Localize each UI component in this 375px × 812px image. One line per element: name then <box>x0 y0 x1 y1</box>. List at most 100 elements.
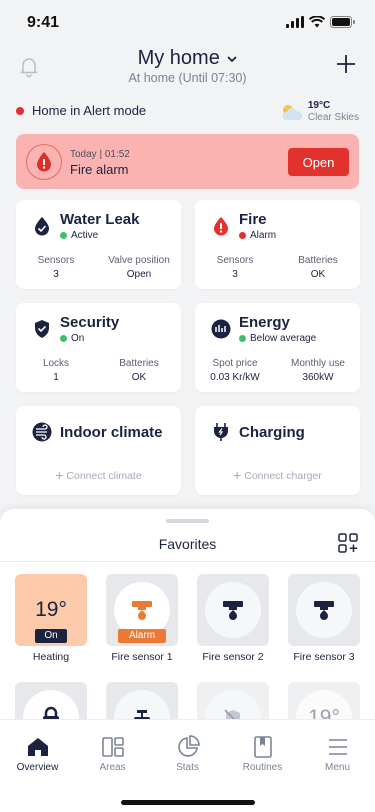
tab-menu[interactable]: Menu <box>300 720 375 780</box>
alert-dot <box>16 106 24 115</box>
connect-label: Connect charger <box>244 470 322 482</box>
add-favorite-icon[interactable] <box>338 533 358 553</box>
status-dot <box>239 335 246 342</box>
energy-icon <box>211 319 231 339</box>
stat-locks: Locks 1 <box>26 358 86 383</box>
tile-label: Fire sensor 2 <box>202 651 264 663</box>
fire-alert-title: Fire alarm <box>70 162 129 177</box>
partly-cloudy-icon <box>282 105 303 120</box>
wifi-icon <box>309 16 325 28</box>
fire-sensor-icon <box>314 601 334 620</box>
stat-monthly-use: Monthly use 360kW <box>283 358 353 383</box>
card-title: Indoor climate <box>60 424 163 441</box>
stat-label: Batteries <box>298 255 338 266</box>
stat-spot-price: Spot price 0.03 Kr/kW <box>201 358 269 383</box>
climate-icon <box>32 422 52 442</box>
stat-label: Sensors <box>216 255 254 266</box>
status-text: Below average <box>250 333 317 344</box>
tab-label: Overview <box>16 762 59 773</box>
alarm-badge: Alarm <box>118 629 166 643</box>
stat-value: 360kW <box>302 372 334 383</box>
fire-drop-icon <box>37 152 51 172</box>
card-title: Energy <box>239 314 290 331</box>
stat-label: Valve position <box>108 255 170 266</box>
tile-label: Fire sensor 1 <box>111 651 173 663</box>
tab-label: Areas <box>99 762 126 773</box>
connect-charger-link[interactable]: + Connect charger <box>195 467 360 483</box>
stat-batteries: Batteries OK <box>108 358 170 383</box>
energy-card[interactable]: Energy Below average Spot price 0.03 Kr/k… <box>195 303 360 392</box>
sheet-drag-handle[interactable] <box>166 519 209 523</box>
status-dot <box>60 335 67 342</box>
status-dot <box>60 232 67 239</box>
stat-label: Sensors <box>37 255 75 266</box>
card-status: Active <box>60 230 98 241</box>
status-time: 9:41 <box>27 14 60 31</box>
tab-bar: Overview Areas Stats Routines Menu <box>0 719 375 812</box>
card-title: Fire <box>239 211 267 228</box>
stat-value: OK <box>310 269 326 280</box>
plus-icon: + <box>55 467 64 483</box>
stat-label: Batteries <box>119 358 159 369</box>
status-bar: 9:41 <box>0 0 375 46</box>
tab-stats[interactable]: Stats <box>150 720 225 780</box>
status-text: Alarm <box>250 230 277 241</box>
home-indicator[interactable] <box>121 800 255 805</box>
pie-chart-icon <box>178 735 200 757</box>
open-alert-button[interactable]: Open <box>288 148 349 176</box>
stat-label: Monthly use <box>291 358 345 369</box>
tile-inner <box>296 582 352 638</box>
tile-inner <box>205 582 261 638</box>
areas-icon <box>102 737 124 757</box>
home-selector[interactable]: My home <box>0 47 375 70</box>
indoor-climate-card[interactable]: Indoor climate + Connect climate <box>16 406 181 495</box>
charging-card[interactable]: Charging + Connect charger <box>195 406 360 495</box>
stat-batteries: Batteries OK <box>287 255 349 280</box>
fire-card[interactable]: Fire Alarm Sensors 3 Batteries OK <box>195 200 360 289</box>
status-text: On <box>71 333 85 344</box>
signal-icon <box>286 16 304 28</box>
heating-tile[interactable]: 19° On <box>15 574 87 646</box>
stat-value: 0.03 Kr/kW <box>210 372 260 383</box>
fire-alert-date: Today | 01:52 <box>70 149 130 160</box>
fire-sensor-icon <box>132 601 152 620</box>
heating-temp: 19° <box>35 598 67 621</box>
weather-temp: 19°C <box>307 100 331 111</box>
divider <box>0 561 375 562</box>
chevron-down-icon <box>227 56 238 62</box>
favorites-title: Favorites <box>158 536 217 552</box>
stat-valve-position: Valve position Open <box>100 255 178 280</box>
connect-climate-link[interactable]: + Connect climate <box>16 467 181 483</box>
card-status: Alarm <box>239 230 276 241</box>
connect-label: Connect climate <box>66 470 142 482</box>
status-icons <box>286 16 355 28</box>
charger-plug-icon <box>214 423 228 441</box>
card-status: Below average <box>239 333 316 344</box>
tab-areas[interactable]: Areas <box>75 720 150 780</box>
card-title: Security <box>60 314 120 331</box>
security-card[interactable]: Security On Locks 1 Batteries OK <box>16 303 181 392</box>
stat-value: Open <box>126 269 152 280</box>
page-title: My home <box>137 47 220 69</box>
tab-overview[interactable]: Overview <box>0 720 75 780</box>
fire-sensor-3-tile[interactable] <box>288 574 360 646</box>
alert-mode-indicator: Home in Alert mode <box>16 103 146 118</box>
tab-routines[interactable]: Routines <box>225 720 300 780</box>
fire-alert-banner[interactable]: Today | 01:52 Fire alarm Open <box>16 134 359 189</box>
add-icon[interactable] <box>334 52 358 76</box>
tab-label: Routines <box>242 762 283 773</box>
fire-sensor-1-tile[interactable]: Alarm <box>106 574 178 646</box>
stat-sensors: Sensors 3 <box>26 255 86 280</box>
tab-label: Menu <box>324 762 350 773</box>
card-title: Charging <box>239 424 305 441</box>
shield-icon <box>35 320 49 338</box>
book-icon <box>254 736 272 758</box>
water-leak-card[interactable]: Water Leak Active Sensors 3 Valve positio… <box>16 200 181 289</box>
tile-label: Heating <box>32 651 70 663</box>
home-icon <box>28 738 48 756</box>
fire-sensor-icon <box>223 601 243 620</box>
fire-sensor-2-tile[interactable] <box>197 574 269 646</box>
stat-label: Locks <box>42 358 70 369</box>
header: My home At home (Until 07:30) <box>0 44 375 94</box>
card-title: Water Leak <box>60 211 140 228</box>
